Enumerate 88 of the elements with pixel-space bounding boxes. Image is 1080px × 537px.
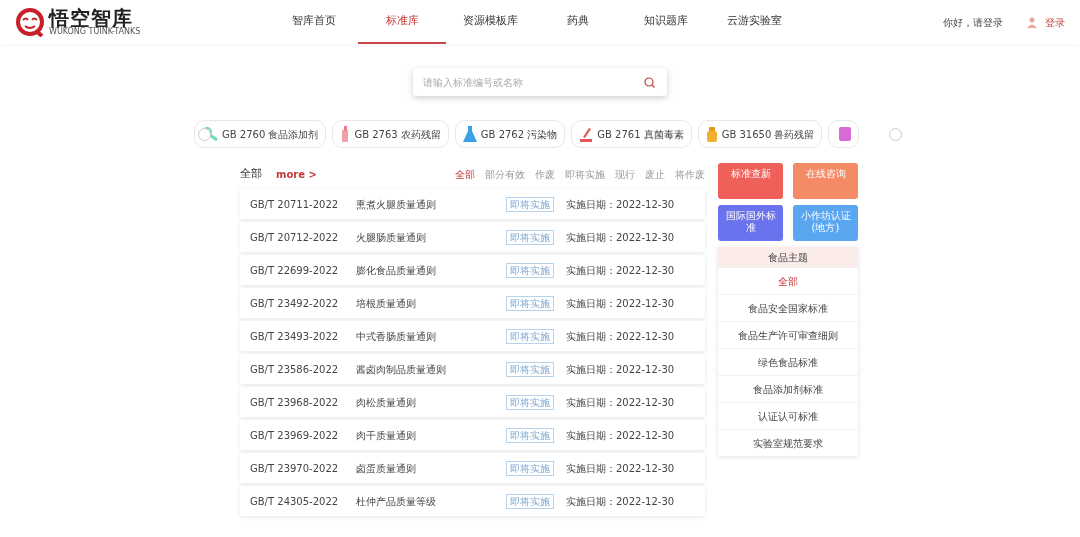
nav-tab[interactable]: 知识题库 xyxy=(622,0,711,44)
standard-row[interactable]: GB/T 23969-2022 肉干质量通则 即将实施 实施日期：2022-12-30 xyxy=(240,420,705,450)
standard-code: GB/T 20711-2022 xyxy=(250,197,340,212)
standard-row[interactable]: GB/T 20712-2022 火腿肠质量通则 即将实施 实施日期：2022-12-30 xyxy=(240,222,705,252)
standard-name: 卤蛋质量通则 xyxy=(356,461,417,476)
service-tile[interactable]: 国际国外标准 xyxy=(718,205,783,241)
bottle-icon xyxy=(340,126,351,142)
greeting-text: 你好，请登录 xyxy=(943,15,1003,30)
topic-item[interactable]: 绿色食品标准 xyxy=(718,348,858,375)
more-link[interactable]: more > xyxy=(276,166,317,182)
magnifier-icon xyxy=(202,127,218,141)
jar-icon xyxy=(705,126,718,142)
nav-tab[interactable]: 药典 xyxy=(534,0,623,44)
standard-code: GB/T 20712-2022 xyxy=(250,230,340,245)
status-tag: 即将实施 xyxy=(506,328,554,344)
box-icon xyxy=(839,127,852,141)
status-tag: 即将实施 xyxy=(506,262,554,278)
standard-name: 熏煮火腿质量通则 xyxy=(356,197,437,212)
search-field[interactable]: 请输入标准编号或名称 xyxy=(413,68,667,96)
standard-name: 杜仲产品质量等级 xyxy=(356,494,437,509)
effective-date: 实施日期：2022-12-30 xyxy=(566,461,675,476)
effective-date: 实施日期：2022-12-30 xyxy=(566,263,675,278)
standard-code: GB/T 23492-2022 xyxy=(250,296,340,311)
status-tag: 即将实施 xyxy=(506,493,554,509)
nav-tab[interactable]: 智库首页 xyxy=(270,0,359,44)
topic-item[interactable]: 食品添加剂标准 xyxy=(718,375,858,402)
standard-code: GB/T 23970-2022 xyxy=(250,461,340,476)
login-link[interactable]: 登录 xyxy=(1045,14,1065,30)
standard-name: 膨化食品质量通则 xyxy=(356,263,437,278)
standard-code: GB/T 23969-2022 xyxy=(250,428,340,443)
effective-date: 实施日期：2022-12-30 xyxy=(566,230,675,245)
standard-name: 肉干质量通则 xyxy=(356,428,417,443)
standard-code: GB/T 22699-2022 xyxy=(250,263,340,278)
standard-row[interactable]: GB/T 22699-2022 膨化食品质量通则 即将实施 实施日期：2022-12-30 xyxy=(240,255,705,285)
standard-name: 中式香肠质量通则 xyxy=(356,329,437,344)
logo-icon xyxy=(15,7,45,37)
standard-chip[interactable]: GB 2761 真菌毒素 xyxy=(571,120,692,148)
standard-code: GB/T 23586-2022 xyxy=(250,362,340,377)
topic-item[interactable]: 实验室规范要求 xyxy=(718,429,858,456)
status-tag: 即将实施 xyxy=(506,196,554,212)
status-tag: 即将实施 xyxy=(506,229,554,245)
topic-item[interactable]: 全部 xyxy=(718,267,858,294)
scroll-right-button[interactable] xyxy=(889,128,902,141)
effective-date: 实施日期：2022-12-30 xyxy=(566,395,675,410)
standard-row[interactable]: GB/T 23968-2022 肉松质量通则 即将实施 实施日期：2022-12-30 xyxy=(240,387,705,417)
standard-code: GB/T 24305-2022 xyxy=(250,494,340,509)
search-icon[interactable] xyxy=(644,77,655,88)
standard-row[interactable]: GB/T 23493-2022 中式香肠质量通则 即将实施 实施日期：2022-12-30 xyxy=(240,321,705,351)
nav-tab[interactable]: 资源模板库 xyxy=(446,0,535,44)
nav-tab[interactable]: 标准库 xyxy=(358,0,447,44)
topic-header: 食品主题 xyxy=(718,247,858,267)
status-tag: 即将实施 xyxy=(506,427,554,443)
effective-date: 实施日期：2022-12-30 xyxy=(566,329,675,344)
flask-icon xyxy=(462,126,477,142)
standard-code: GB/T 23493-2022 xyxy=(250,329,340,344)
status-tag: 即将实施 xyxy=(506,361,554,377)
standard-chip[interactable]: GB 2763 农药残留 xyxy=(332,120,449,148)
standard-name: 肉松质量通则 xyxy=(356,395,417,410)
standard-row[interactable]: GB/T 20711-2022 熏煮火腿质量通则 即将实施 实施日期：2022-12-30 xyxy=(240,189,705,219)
standard-row[interactable]: GB/T 23970-2022 卤蛋质量通则 即将实施 实施日期：2022-12-30 xyxy=(240,453,705,483)
effective-date: 实施日期：2022-12-30 xyxy=(566,296,675,311)
standard-name: 火腿肠质量通则 xyxy=(356,230,427,245)
status-tag: 即将实施 xyxy=(506,295,554,311)
nav-tab[interactable]: 云游实验室 xyxy=(710,0,799,44)
topic-item[interactable]: 食品安全国家标准 xyxy=(718,294,858,321)
status-tag: 即将实施 xyxy=(506,394,554,410)
effective-date: 实施日期：2022-12-30 xyxy=(566,428,675,443)
standard-name: 培根质量通则 xyxy=(356,296,417,311)
topic-item[interactable]: 认证认可标准 xyxy=(718,402,858,429)
effective-date: 实施日期：2022-12-30 xyxy=(566,197,675,212)
standard-row[interactable]: GB/T 23586-2022 酱卤肉制品质量通则 即将实施 实施日期：2022-12-30 xyxy=(240,354,705,384)
filter-tab[interactable]: 全部 xyxy=(455,166,475,182)
list-title: 全部 xyxy=(240,165,262,182)
standard-row[interactable]: GB/T 24305-2022 杜仲产品质量等级 即将实施 实施日期：2022-12-30 xyxy=(240,486,705,516)
standard-chip[interactable]: GB 2760 食品添加剂 xyxy=(194,120,327,148)
logo-title: 悟空智库 xyxy=(49,8,133,28)
user-icon[interactable] xyxy=(1027,16,1037,28)
effective-date: 实施日期：2022-12-30 xyxy=(566,362,675,377)
standard-chip[interactable] xyxy=(828,120,860,148)
standard-name: 酱卤肉制品质量通则 xyxy=(356,362,447,377)
logo-subtitle: WUKONG TUINK-TANKS xyxy=(49,28,141,36)
status-tag: 即将实施 xyxy=(506,460,554,476)
standard-row[interactable]: GB/T 23492-2022 培根质量通则 即将实施 实施日期：2022-12-30 xyxy=(240,288,705,318)
standard-code: GB/T 23968-2022 xyxy=(250,395,340,410)
effective-date: 实施日期：2022-12-30 xyxy=(566,494,675,509)
standard-chip[interactable]: GB 2762 污染物 xyxy=(454,120,566,148)
topic-item[interactable]: 食品生产许可审查细则 xyxy=(718,321,858,348)
standard-chip[interactable]: GB 31650 兽药残留 xyxy=(697,120,823,148)
